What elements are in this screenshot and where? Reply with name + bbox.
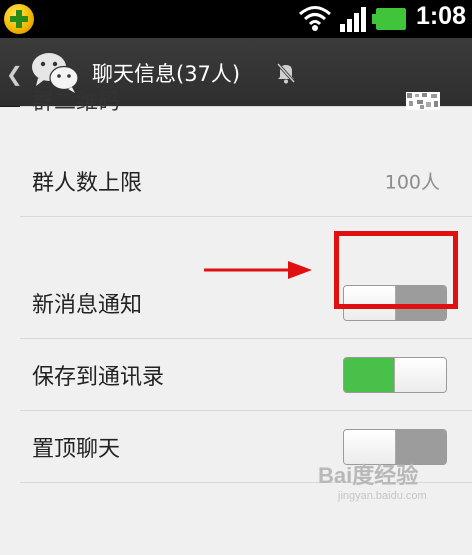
baidu-watermark: Bai度经验 jingyan.baidu.com [318,456,468,508]
watermark-brand: Bai度经验 [318,463,419,488]
app-360-icon [4,4,34,34]
group-qr-row[interactable]: 群二维码 [20,69,472,115]
qr-code-icon [406,92,440,110]
signal-icon [340,7,366,32]
save-to-contacts-row: 保存到通讯录 [20,339,472,411]
highlight-box [334,231,458,309]
save-to-contacts-toggle[interactable] [343,356,447,393]
battery-icon [372,8,406,30]
group-qr-label: 群二维码 [32,90,121,115]
new-message-notify-label: 新消息通知 [32,292,143,318]
wifi-icon [299,6,331,31]
watermark-url: jingyan.baidu.com [338,490,427,502]
group-limit-row[interactable]: 群人数上限 100人 [20,145,472,217]
pin-chat-label: 置顶聊天 [32,436,121,462]
clock: 1:08 [415,2,466,30]
group-limit-value: 100人 [384,171,440,193]
group-limit-label: 群人数上限 [32,170,143,196]
red-arrow [204,261,312,279]
save-to-contacts-label: 保存到通讯录 [32,364,165,390]
status-bar: 1:08 [0,0,472,38]
settings-list: 群二维码 群人数上限 100人 新消息通知 保存到通讯录 置顶聊天 [0,90,472,512]
